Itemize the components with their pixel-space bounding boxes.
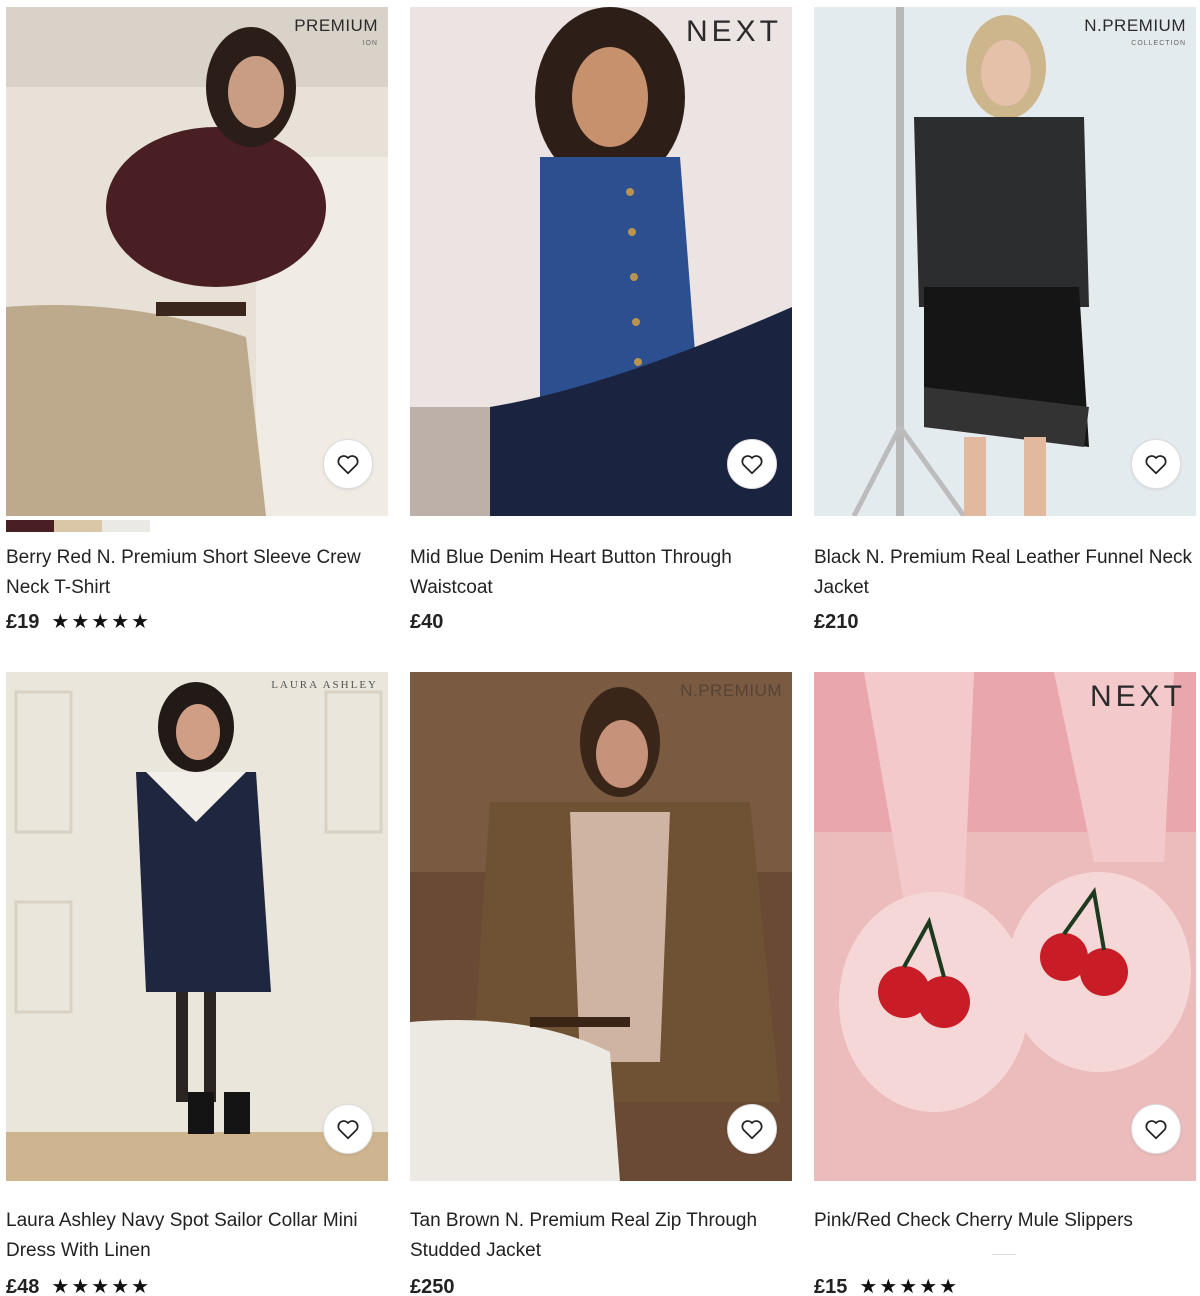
brand-logo-subtext: ION [362,40,378,47]
product-grid: PREMIUM ION Berry Red N. Premium Short S… [0,0,1200,1296]
brand-logo: N.PREMIUM COLLECTION [1084,17,1186,47]
product-image[interactable]: N.PREMIUM COLLECTION [814,7,1196,516]
product-card[interactable]: NEXT Pink/Red Check Cherry Mule Slippers… [814,672,1196,1296]
product-price: £210 [814,610,859,633]
product-title[interactable]: Pink/Red Check Cherry Mule Slippers [814,1206,1196,1236]
star-icon: ★ [111,611,130,633]
product-image[interactable]: NEXT [410,7,792,516]
star-rating: ★ ★ ★ ★ ★ [51,1277,149,1296]
brand-logo-text: PREMIUM [294,16,378,35]
price-rating-row: £250 [410,1274,455,1296]
add-to-favourites-button[interactable] [1131,439,1181,489]
product-card[interactable]: NEXT Mid Blue Denim Heart Button Through… [410,7,792,633]
heart-outline-icon [1145,455,1167,475]
heart-outline-icon [741,455,763,475]
product-price: £19 [6,610,40,633]
product-title[interactable]: Black N. Premium Real Leather Funnel Nec… [814,543,1196,603]
add-to-favourites-button[interactable] [1131,1104,1181,1154]
star-icon: ★ [919,1276,938,1296]
price-rating-row: £40 [410,609,443,635]
product-image[interactable]: N.PREMIUM [410,672,792,1181]
product-photo [6,672,388,1181]
product-title[interactable]: Mid Blue Denim Heart Button Through Wais… [410,543,792,603]
star-icon: ★ [131,1276,150,1296]
star-icon: ★ [51,611,70,633]
product-title[interactable]: Laura Ashley Navy Spot Sailor Collar Min… [6,1206,388,1266]
product-photo [814,672,1196,1181]
colour-swatches [6,520,150,532]
product-price: £250 [410,1275,455,1296]
star-icon: ★ [51,1276,70,1296]
star-icon: ★ [131,611,150,633]
star-icon: ★ [71,611,90,633]
product-title[interactable]: Berry Red N. Premium Short Sleeve Crew N… [6,543,388,603]
add-to-favourites-button[interactable] [323,439,373,489]
heart-outline-icon [741,1120,763,1140]
brand-logo: NEXT [1089,680,1186,713]
brand-logo: LAURA ASHLEY [271,679,378,691]
product-price: £40 [410,610,444,633]
product-image[interactable]: PREMIUM ION [6,7,388,516]
product-image[interactable]: LAURA ASHLEY [6,672,388,1181]
colour-swatch[interactable] [102,520,150,532]
product-card[interactable]: LAURA ASHLEY Laura Ashley Navy Spot Sail… [6,672,388,1296]
product-card[interactable]: PREMIUM ION Berry Red N. Premium Short S… [6,7,388,633]
brand-logo-text: N.PREMIUM [680,681,782,700]
star-icon: ★ [899,1276,918,1296]
divider [992,1254,1016,1255]
star-rating: ★ ★ ★ ★ ★ [51,612,149,632]
star-icon: ★ [939,1276,958,1296]
heart-outline-icon [337,1120,359,1140]
price-rating-row: £15 ★ ★ ★ ★ ★ [814,1274,957,1296]
heart-outline-icon [337,455,359,475]
product-card[interactable]: N.PREMIUM COLLECTION Black N. Premium Re… [814,7,1196,633]
product-photo [814,7,1196,516]
star-icon: ★ [71,1276,90,1296]
colour-swatch[interactable] [54,520,102,532]
heart-outline-icon [1145,1120,1167,1140]
star-icon: ★ [91,611,110,633]
product-price: £15 [814,1275,848,1296]
add-to-favourites-button[interactable] [323,1104,373,1154]
product-photo [6,7,388,516]
star-icon: ★ [91,1276,110,1296]
price-rating-row: £19 ★ ★ ★ ★ ★ [6,609,149,635]
star-icon: ★ [111,1276,130,1296]
colour-swatch[interactable] [6,520,54,532]
brand-logo: N.PREMIUM [680,682,782,699]
product-title[interactable]: Tan Brown N. Premium Real Zip Through St… [410,1206,792,1266]
brand-logo-text: N.PREMIUM [1084,16,1186,35]
brand-logo-subtext: COLLECTION [1131,40,1186,47]
brand-logo: PREMIUM ION [294,17,378,47]
brand-logo: NEXT [685,15,782,48]
price-rating-row: £48 ★ ★ ★ ★ ★ [6,1274,149,1296]
add-to-favourites-button[interactable] [727,1104,777,1154]
star-rating: ★ ★ ★ ★ ★ [859,1277,957,1296]
star-icon: ★ [859,1276,878,1296]
product-card[interactable]: N.PREMIUM Tan Brown N. Premium Real Zip … [410,672,792,1296]
star-icon: ★ [879,1276,898,1296]
add-to-favourites-button[interactable] [727,439,777,489]
product-image[interactable]: NEXT [814,672,1196,1181]
product-photo [410,7,792,516]
price-rating-row: £210 [814,609,859,635]
product-price: £48 [6,1275,40,1296]
product-photo [410,672,792,1181]
